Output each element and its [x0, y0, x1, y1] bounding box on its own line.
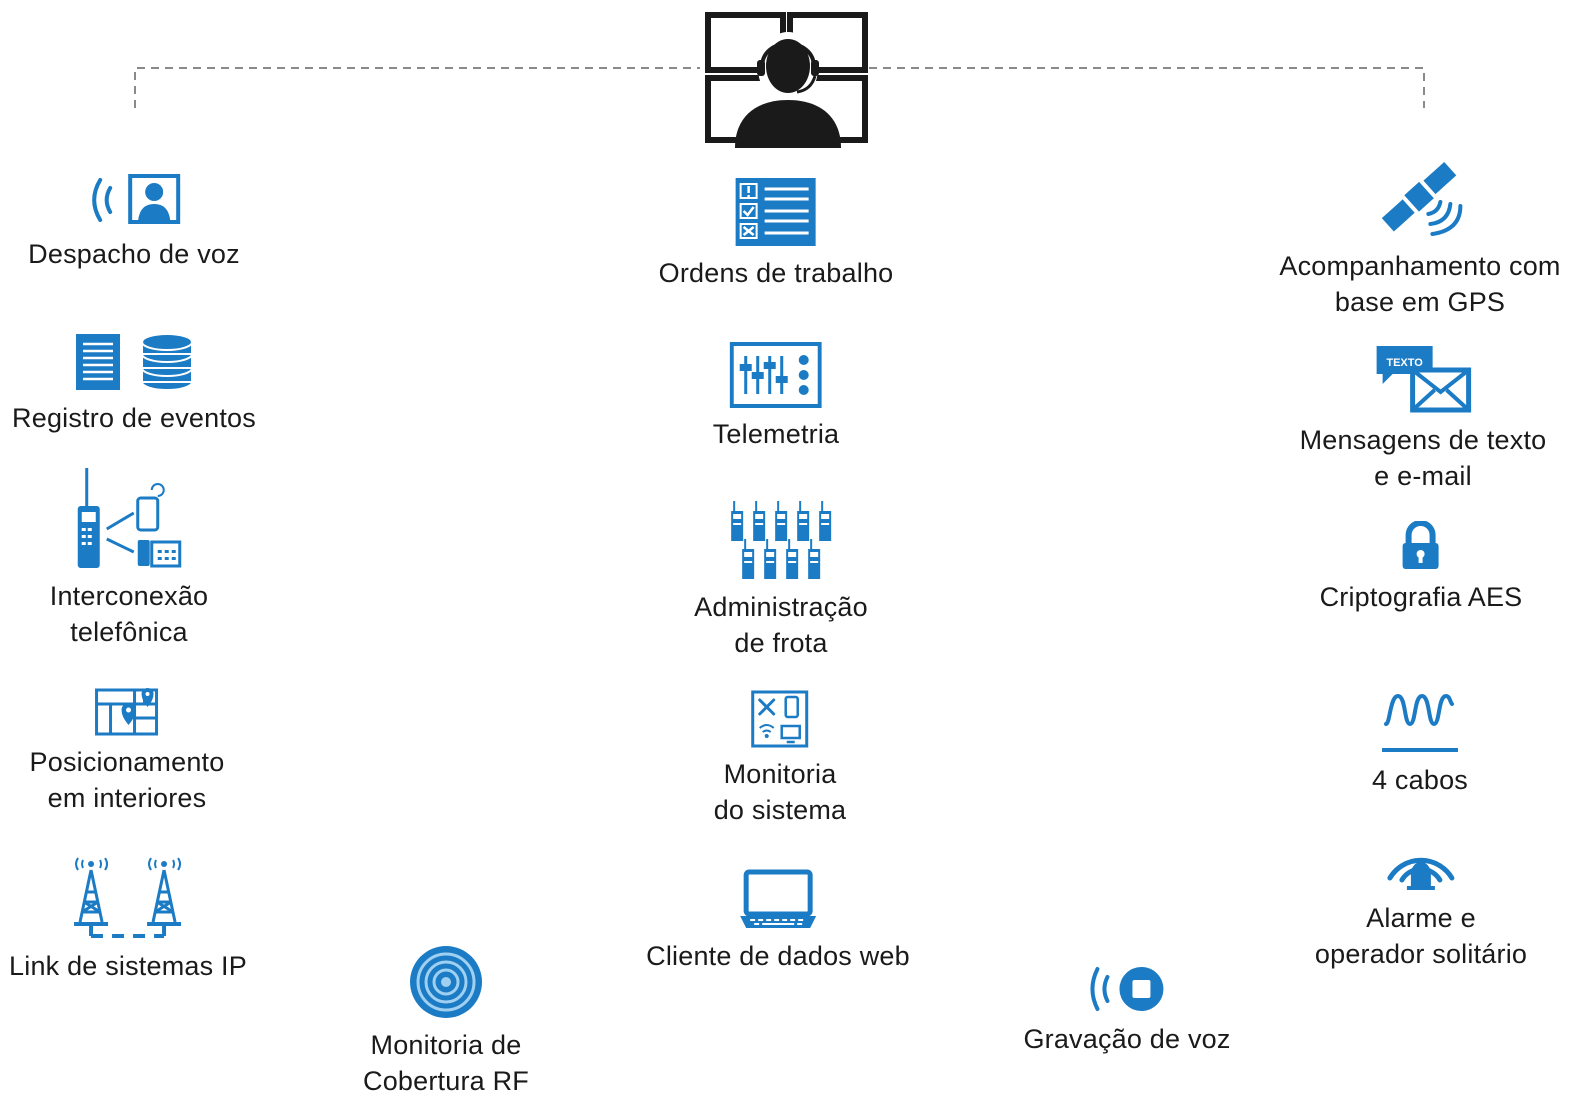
- feature-text-email: TEXTO Mensagens de texto e e-mail: [1300, 342, 1547, 494]
- feature-system-monitoring: Monitoria do sistema: [714, 690, 847, 828]
- feature-label: Monitoria de Cobertura RF: [363, 1027, 529, 1099]
- label-line: Link de sistemas IP: [9, 951, 247, 981]
- label-line: Cliente de dados web: [646, 941, 910, 971]
- feature-gps-tracking: Acompanhamento com base em GPS: [1279, 156, 1560, 320]
- gps-satellite-icon: [1381, 161, 1462, 236]
- label-line: Interconexão: [49, 581, 209, 611]
- feature-fleet-management: Administração de frota: [694, 499, 868, 661]
- feature-aes-encryption: Criptografia AES: [1320, 521, 1523, 615]
- label-line: telefônica: [70, 617, 188, 647]
- feature-label: Administração de frota: [694, 589, 868, 661]
- label-line: Monitoria de: [370, 1030, 522, 1060]
- feature-label: Criptografia AES: [1320, 579, 1523, 615]
- label-line: Gravação de voz: [1023, 1024, 1231, 1054]
- label-line: Alarme e: [1366, 903, 1476, 933]
- label-line: Despacho de voz: [28, 239, 240, 269]
- voice-dispatch-icon: [91, 174, 180, 224]
- feature-four-wire: 4 cabos: [1372, 690, 1468, 798]
- alarm-bell-icon: [1387, 857, 1455, 890]
- feature-label: 4 cabos: [1372, 762, 1468, 798]
- feature-label: Mensagens de texto e e-mail: [1300, 422, 1547, 494]
- label-line: Acompanhamento com: [1279, 251, 1561, 281]
- telemetry-icon: [729, 342, 822, 408]
- feature-label: Link de sistemas IP: [9, 948, 247, 984]
- label-line: Ordens de trabalho: [658, 258, 894, 288]
- event-log-icon: [75, 333, 193, 391]
- label-line: 4 cabos: [1372, 765, 1468, 795]
- rf-coverage-target-icon: [410, 946, 482, 1018]
- label-line: Cobertura RF: [363, 1066, 529, 1096]
- label-line: e e-mail: [1374, 461, 1472, 491]
- ip-site-link-icon: [74, 857, 181, 938]
- voice-recording-icon: [1089, 967, 1163, 1011]
- feature-label: Acompanhamento com base em GPS: [1279, 248, 1560, 320]
- feature-telemetry: Telemetria: [713, 342, 840, 452]
- label-line: Monitoria: [723, 759, 837, 789]
- left-connector-line: [134, 67, 700, 108]
- feature-event-log: Registro de eventos: [12, 332, 256, 436]
- feature-rf-coverage: Monitoria de Cobertura RF: [363, 945, 529, 1099]
- feature-label: Gravação de voz: [1023, 1021, 1230, 1057]
- label-line: Criptografia AES: [1319, 582, 1523, 612]
- text-email-icon: TEXTO: [1376, 346, 1472, 413]
- label-line: base em GPS: [1334, 287, 1506, 317]
- indoor-location-icon: [95, 688, 159, 736]
- work-order-icon: [736, 178, 816, 246]
- telephone-interconnect-icon: [77, 468, 182, 568]
- feature-label: Despacho de voz: [28, 236, 240, 272]
- feature-label: Posicionamento em interiores: [30, 744, 225, 816]
- label-line: Administração: [694, 592, 868, 622]
- label-line: Registro de eventos: [12, 403, 256, 433]
- label-line: em interiores: [47, 783, 207, 813]
- feature-label: Registro de eventos: [12, 400, 256, 436]
- waveform-icon: [1382, 693, 1458, 752]
- label-line: Telemetria: [712, 419, 840, 449]
- feature-label: Alarme e operador solitário: [1315, 900, 1527, 972]
- feature-work-orders: Ordens de trabalho: [659, 177, 894, 291]
- feature-web-data-client: Cliente de dados web: [646, 868, 910, 974]
- laptop-icon: [740, 869, 816, 928]
- feature-label: Ordens de trabalho: [659, 255, 894, 291]
- label-line: operador solitário: [1314, 939, 1528, 969]
- lock-icon: [1403, 521, 1439, 569]
- system-monitoring-icon: [751, 690, 809, 748]
- feature-indoor-location: Posicionamento em interiores: [30, 688, 225, 816]
- feature-label: Cliente de dados web: [646, 938, 910, 974]
- feature-label: Telemetria: [713, 416, 840, 452]
- feature-voice-recording: Gravação de voz: [1023, 965, 1230, 1057]
- label-line: Mensagens de texto: [1299, 425, 1547, 455]
- right-connector-line: [855, 67, 1425, 108]
- fleet-radios-icon: [730, 501, 831, 579]
- feature-alarm-lone-worker: Alarme e operador solitário: [1315, 826, 1527, 972]
- label-line: do sistema: [713, 795, 847, 825]
- feature-ip-site-link: Link de sistemas IP: [9, 852, 247, 984]
- feature-label: Interconexão telefônica: [50, 578, 209, 650]
- feature-telephone-interconnect: Interconexão telefônica: [50, 466, 209, 650]
- text-badge: TEXTO: [1387, 357, 1424, 369]
- label-line: de frota: [734, 628, 828, 658]
- operator-console: [705, 12, 871, 153]
- label-line: Posicionamento: [29, 747, 225, 777]
- feature-voice-dispatch: Despacho de voz: [28, 172, 240, 272]
- feature-label: Monitoria do sistema: [714, 756, 847, 828]
- dispatcher-console-icon: [705, 12, 868, 148]
